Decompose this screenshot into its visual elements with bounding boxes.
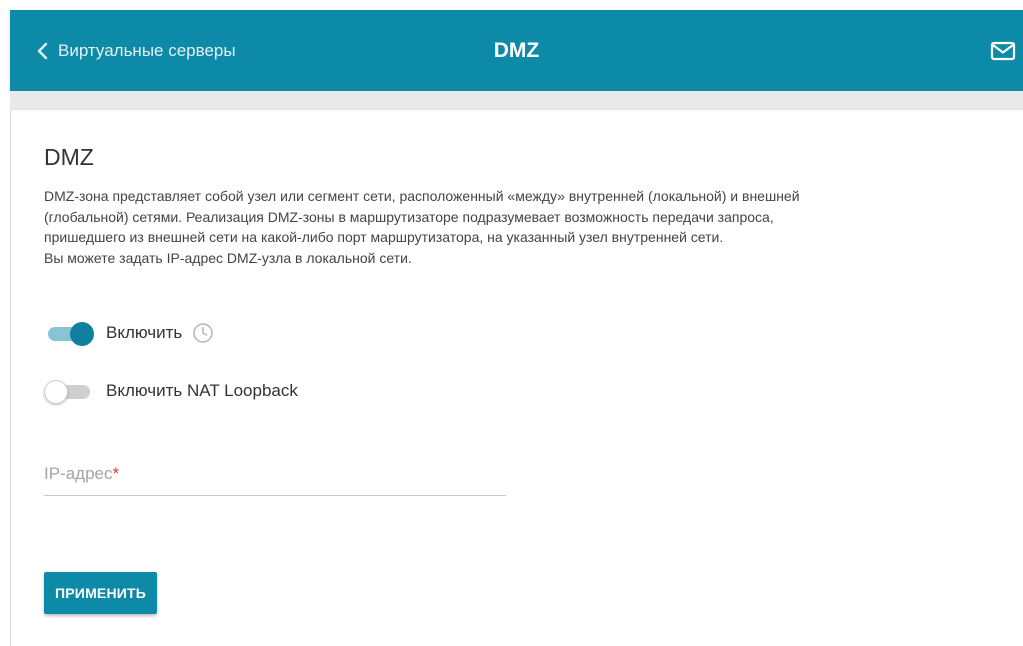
nat-loopback-toggle-row[interactable]: Включить NAT Loopback bbox=[44, 379, 298, 404]
toggle-knob bbox=[44, 380, 68, 404]
back-link-label: Виртуальные серверы bbox=[58, 40, 236, 60]
mail-icon[interactable] bbox=[989, 37, 1017, 65]
toggle-knob bbox=[70, 322, 94, 346]
clock-icon[interactable] bbox=[192, 322, 214, 344]
enable-toggle-row[interactable]: Включить bbox=[44, 321, 214, 346]
description-line: Вы можете задать IP-адрес DMZ-узла в лок… bbox=[44, 249, 412, 266]
chevron-left-icon bbox=[37, 42, 48, 59]
page: Виртуальные серверы DMZ DMZ DMZ-зона пре… bbox=[0, 0, 1023, 646]
description-line: пришедшего из внешней сети на какой-либо… bbox=[44, 229, 724, 245]
toolbar-strip bbox=[10, 91, 1023, 110]
enable-toggle-label: Включить bbox=[106, 323, 183, 342]
enable-toggle[interactable] bbox=[44, 321, 94, 346]
description-line: (глобальной) сетями. Реализация DMZ-зоны… bbox=[44, 208, 774, 225]
ip-address-field[interactable]: IP-адрес* bbox=[44, 455, 506, 496]
section-title: DMZ bbox=[44, 144, 94, 170]
nat-loopback-toggle-label: Включить NAT Loopback bbox=[106, 381, 298, 400]
back-link[interactable]: Виртуальные серверы bbox=[34, 10, 236, 91]
apply-button[interactable]: ПРИМЕНИТЬ bbox=[44, 572, 158, 614]
description-line: DMZ-зона представляет собой узел или сег… bbox=[44, 188, 800, 204]
ip-address-input[interactable] bbox=[44, 455, 506, 495]
nat-loopback-toggle[interactable] bbox=[44, 379, 94, 404]
section-description: DMZ-зона представляет собой узел или сег… bbox=[44, 186, 974, 268]
top-bar: Виртуальные серверы DMZ bbox=[10, 10, 1023, 91]
left-divider bbox=[10, 109, 11, 646]
